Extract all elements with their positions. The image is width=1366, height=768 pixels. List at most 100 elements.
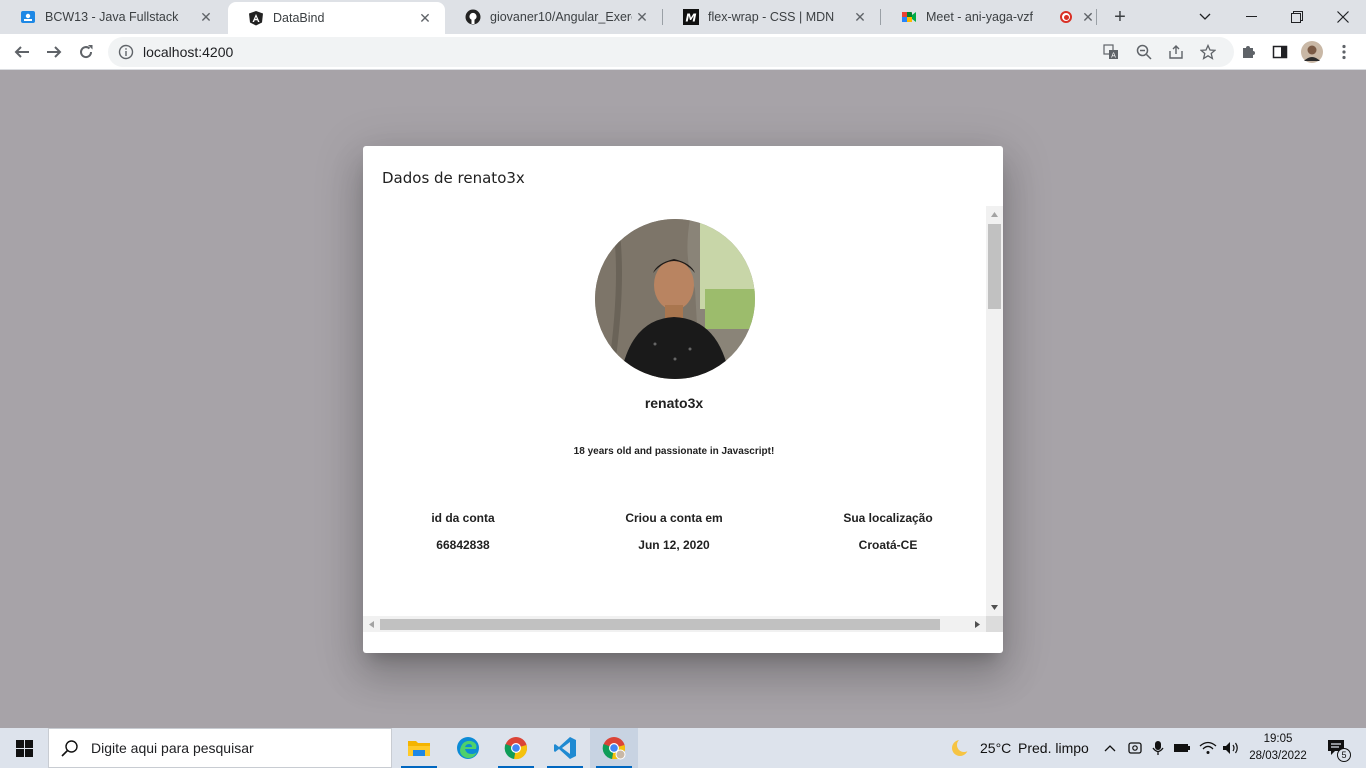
tab-meet[interactable]: Meet - ani-yaga-vzf ✕ (881, 0, 1096, 34)
username: renato3x (644, 395, 704, 411)
angular-icon (248, 10, 264, 26)
github-icon (465, 9, 481, 25)
close-tab-icon[interactable]: ✕ (415, 10, 435, 27)
microphone-icon[interactable] (1148, 728, 1168, 768)
back-arrow-icon (14, 46, 29, 58)
site-info-icon[interactable] (118, 44, 134, 60)
svg-text:M: M (686, 12, 697, 25)
taskbar-search-box[interactable]: Digite aqui para pesquisar (48, 728, 392, 768)
weather-temp[interactable]: 25°C (980, 740, 1011, 756)
wifi-icon[interactable] (1198, 728, 1218, 768)
scroll-right-arrow-icon[interactable] (969, 616, 986, 632)
notification-center-button[interactable]: 5 (1320, 728, 1354, 768)
new-tab-button[interactable]: + (1108, 5, 1132, 29)
side-panel-button[interactable] (1266, 38, 1294, 66)
menu-button[interactable] (1330, 38, 1358, 66)
mdn-icon: M (683, 9, 699, 25)
dialog-title: Dados de renato3x (382, 169, 525, 187)
notification-count-badge: 5 (1337, 748, 1351, 762)
stat-value: Croatá-CE (858, 538, 918, 552)
forward-button[interactable] (40, 38, 68, 66)
kebab-menu-icon (1342, 44, 1346, 60)
edge-icon (457, 737, 479, 759)
zoom-icon[interactable] (1134, 42, 1154, 62)
extensions-button[interactable] (1234, 38, 1262, 66)
browser-toolbar: localhost:4200 A (0, 34, 1366, 70)
close-window-button[interactable] (1320, 0, 1366, 34)
dialog-content[interactable]: renato3x 18 years old and passionate in … (363, 206, 1003, 632)
meet-camera-icon[interactable] (1125, 728, 1145, 768)
tab-title: BCW13 - Java Fullstack (45, 10, 179, 24)
close-tab-icon[interactable]: ✕ (1078, 9, 1098, 26)
horizontal-scrollbar[interactable] (363, 616, 986, 632)
scroll-up-arrow-icon[interactable] (986, 206, 1003, 223)
address-bar[interactable]: localhost:4200 A (108, 37, 1234, 67)
tray-chevron-up-icon[interactable] (1100, 728, 1120, 768)
tab-title: DataBind (273, 11, 325, 25)
horizontal-scroll-thumb[interactable] (380, 619, 940, 630)
clock-date: 28/03/2022 (1249, 750, 1307, 762)
scroll-left-arrow-icon[interactable] (363, 616, 380, 632)
vscode-icon (554, 737, 576, 759)
reload-icon (80, 45, 93, 59)
close-tab-icon[interactable]: ✕ (632, 9, 652, 26)
user-photo (595, 219, 755, 379)
tab-title: Meet - ani-yaga-vzf (926, 10, 1033, 24)
stat-label: id da conta (431, 511, 495, 525)
recording-icon (1060, 11, 1072, 23)
stat-value: Jun 12, 2020 (638, 538, 710, 552)
translate-icon[interactable]: A (1101, 42, 1121, 62)
battery-icon[interactable] (1172, 728, 1192, 768)
vertical-scroll-thumb[interactable] (988, 224, 1001, 309)
tab-title: giovaner10/Angular_Exercicio (490, 10, 632, 24)
taskbar-edge[interactable] (444, 728, 492, 768)
tab-mdn[interactable]: M flex-wrap - CSS | MDN ✕ (663, 0, 880, 34)
meet-icon (901, 9, 917, 25)
windows-taskbar: Digite aqui para pesquisar 25°C Pred. li… (0, 728, 1366, 768)
share-icon[interactable] (1166, 42, 1186, 62)
tab-github[interactable]: giovaner10/Angular_Exercicio ✕ (445, 0, 662, 34)
chrome-icon (504, 737, 527, 760)
forward-arrow-icon (47, 46, 62, 58)
taskbar-file-explorer[interactable] (395, 728, 443, 768)
scroll-down-arrow-icon[interactable] (986, 599, 1003, 616)
stat-account-id: id da conta 66842838 (363, 511, 563, 552)
url-text: localhost:4200 (143, 44, 234, 60)
search-icon (61, 740, 78, 757)
tab-databind[interactable]: DataBind ✕ (228, 2, 445, 34)
system-clock[interactable]: 19:05 28/03/2022 (1244, 731, 1312, 765)
scrollbar-corner (986, 616, 1003, 632)
tab-strip: BCW13 - Java Fullstack ✕ DataBind ✕ giov… (0, 0, 1366, 34)
taskbar-chrome-profile[interactable] (590, 728, 638, 768)
classroom-icon (20, 9, 36, 25)
volume-icon[interactable] (1220, 728, 1242, 768)
stat-label: Sua localização (843, 511, 933, 525)
taskbar-chrome[interactable] (492, 728, 540, 768)
start-button[interactable] (0, 728, 48, 768)
tab-search-chevron-icon[interactable] (1182, 0, 1228, 34)
chrome-profile-icon (602, 737, 626, 760)
user-bio: 18 years old and passionate in Javascrip… (573, 446, 775, 457)
puzzle-icon (1243, 46, 1255, 58)
weather-desc[interactable]: Pred. limpo (1018, 740, 1089, 756)
weather-moon-icon[interactable] (948, 728, 972, 768)
stat-location: Sua localização Croatá-CE (788, 511, 988, 552)
stat-created-at: Criou a conta em Jun 12, 2020 (574, 511, 774, 552)
stat-value: 66842838 (436, 538, 490, 552)
reload-button[interactable] (72, 38, 100, 66)
vertical-scrollbar[interactable] (986, 206, 1003, 616)
tab-title: flex-wrap - CSS | MDN (708, 10, 835, 24)
minimize-button[interactable] (1228, 0, 1274, 34)
tab-separator (1096, 9, 1097, 25)
bookmark-star-icon[interactable] (1198, 42, 1218, 62)
clock-time: 19:05 (1263, 733, 1293, 745)
back-button[interactable] (8, 38, 36, 66)
tab-bcw13[interactable]: BCW13 - Java Fullstack ✕ (0, 0, 226, 34)
taskbar-vscode[interactable] (541, 728, 589, 768)
search-placeholder: Digite aqui para pesquisar (91, 740, 254, 756)
side-panel-icon (1272, 45, 1288, 59)
profile-avatar[interactable] (1298, 38, 1326, 66)
close-tab-icon[interactable]: ✕ (196, 9, 216, 26)
restore-button[interactable] (1274, 0, 1320, 34)
close-tab-icon[interactable]: ✕ (850, 9, 870, 26)
